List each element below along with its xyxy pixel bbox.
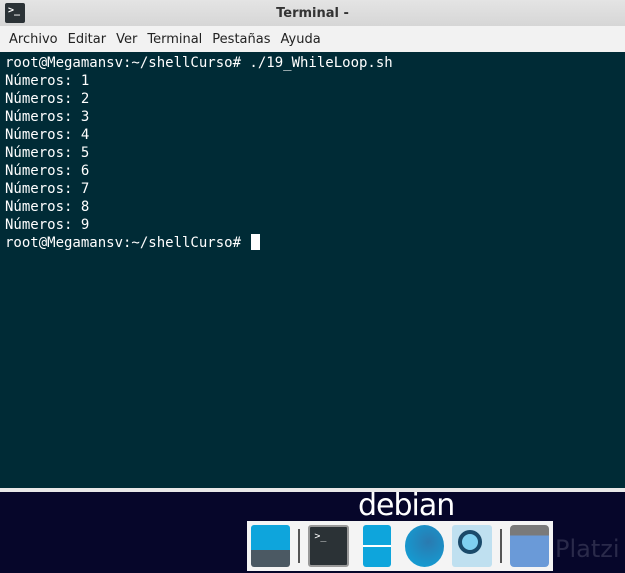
title-bar[interactable]: >_ Terminal - bbox=[0, 0, 625, 26]
terminal-output[interactable]: root@Megamansv:~/shellCurso# ./19_WhileL… bbox=[0, 52, 625, 488]
file-manager-icon[interactable] bbox=[362, 525, 391, 567]
dock-separator bbox=[298, 529, 301, 563]
web-browser-icon[interactable] bbox=[404, 525, 445, 567]
menu-bar: Archivo Editar Ver Terminal Pestañas Ayu… bbox=[0, 26, 625, 52]
menu-pestanas[interactable]: Pestañas bbox=[208, 32, 274, 47]
menu-editar[interactable]: Editar bbox=[64, 32, 111, 47]
dock-separator bbox=[499, 529, 502, 563]
terminal-line: Números: 4 bbox=[5, 127, 90, 143]
terminal-line: Números: 6 bbox=[5, 163, 90, 179]
window-title: Terminal - bbox=[276, 5, 349, 21]
terminal-icon[interactable]: >_ bbox=[308, 525, 349, 567]
menu-ver[interactable]: Ver bbox=[112, 32, 141, 47]
dock: >_ bbox=[247, 521, 553, 571]
terminal-icon: >_ bbox=[5, 3, 25, 23]
terminal-line: Números: 8 bbox=[5, 199, 90, 215]
terminal-line: root@Megamansv:~/shellCurso# ./19_WhileL… bbox=[5, 55, 393, 71]
debian-logo: debian bbox=[358, 488, 455, 523]
prompt: root@Megamansv:~/shellCurso# bbox=[5, 235, 250, 251]
menu-ayuda[interactable]: Ayuda bbox=[277, 32, 325, 47]
folder-icon[interactable] bbox=[509, 525, 549, 567]
menu-archivo[interactable]: Archivo bbox=[5, 32, 62, 47]
terminal-line: Números: 3 bbox=[5, 109, 90, 125]
terminal-line: Números: 9 bbox=[5, 217, 90, 233]
prompt-line: root@Megamansv:~/shellCurso# bbox=[5, 234, 620, 252]
app-finder-icon[interactable] bbox=[452, 525, 492, 567]
terminal-line: Números: 7 bbox=[5, 181, 90, 197]
show-desktop-icon[interactable] bbox=[251, 525, 291, 567]
terminal-line: Números: 2 bbox=[5, 91, 90, 107]
terminal-line: Números: 5 bbox=[5, 145, 90, 161]
terminal-window: >_ Terminal - Archivo Editar Ver Termina… bbox=[0, 0, 625, 492]
cursor bbox=[251, 234, 261, 250]
platzi-watermark: Platzi bbox=[555, 535, 620, 563]
menu-terminal[interactable]: Terminal bbox=[143, 32, 206, 47]
terminal-line: Números: 1 bbox=[5, 73, 90, 89]
